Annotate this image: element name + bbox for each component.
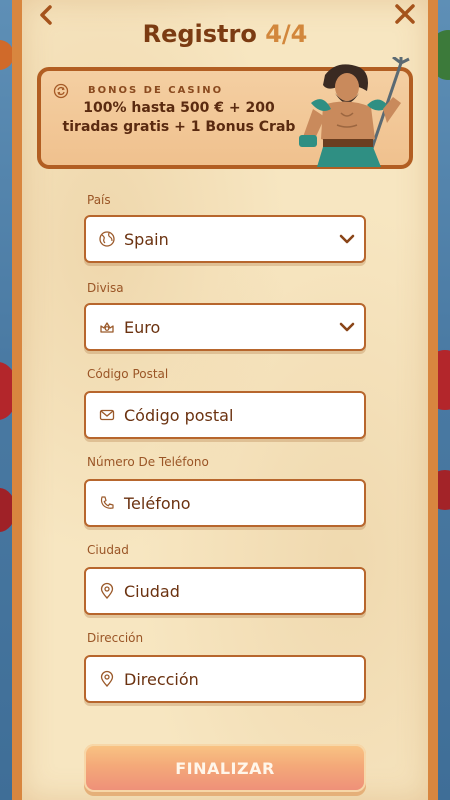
location-pin-icon bbox=[100, 582, 114, 599]
postal-code-placeholder: Código postal bbox=[124, 405, 234, 425]
location-pin-icon bbox=[100, 670, 114, 687]
globe-icon bbox=[99, 231, 115, 247]
country-label: País bbox=[87, 193, 111, 207]
warrior-character-image bbox=[299, 57, 410, 167]
page-title: Registro 4/4 bbox=[0, 20, 450, 48]
finalize-button[interactable]: FINALIZAR bbox=[84, 744, 366, 792]
bonus-label: BONOS DE CASINO bbox=[88, 85, 224, 96]
bonus-text: 100% hasta 500 € + 200 tiradas gratis + … bbox=[62, 100, 296, 135]
city-label: Ciudad bbox=[87, 543, 129, 557]
address-placeholder: Dirección bbox=[124, 669, 199, 689]
address-input[interactable]: Dirección bbox=[84, 655, 366, 703]
chevron-down-icon bbox=[339, 234, 355, 244]
phone-label: Número De Teléfono bbox=[87, 455, 209, 469]
country-value: Spain bbox=[124, 229, 169, 249]
envelope-icon bbox=[99, 409, 115, 421]
address-label: Dirección bbox=[87, 631, 144, 645]
currency-label: Divisa bbox=[87, 281, 124, 295]
bonus-banner[interactable]: BONOS DE CASINO 100% hasta 500 € + 200 t… bbox=[37, 57, 413, 169]
city-input[interactable]: Ciudad bbox=[84, 567, 366, 615]
refresh-icon bbox=[53, 83, 69, 99]
postal-code-input[interactable]: Código postal bbox=[84, 391, 366, 439]
postal-code-label: Código Postal bbox=[87, 367, 169, 381]
phone-input[interactable]: Teléfono bbox=[84, 479, 366, 527]
currency-select[interactable]: Euro bbox=[84, 303, 366, 351]
city-placeholder: Ciudad bbox=[124, 581, 180, 601]
currency-value: Euro bbox=[124, 317, 161, 337]
country-select[interactable]: Spain bbox=[84, 215, 366, 263]
phone-placeholder: Teléfono bbox=[124, 493, 191, 513]
step-indicator: 4/4 bbox=[265, 20, 308, 48]
chevron-down-icon bbox=[339, 322, 355, 332]
title-text: Registro bbox=[142, 20, 257, 48]
crown-icon bbox=[100, 322, 114, 333]
phone-icon bbox=[100, 496, 114, 509]
